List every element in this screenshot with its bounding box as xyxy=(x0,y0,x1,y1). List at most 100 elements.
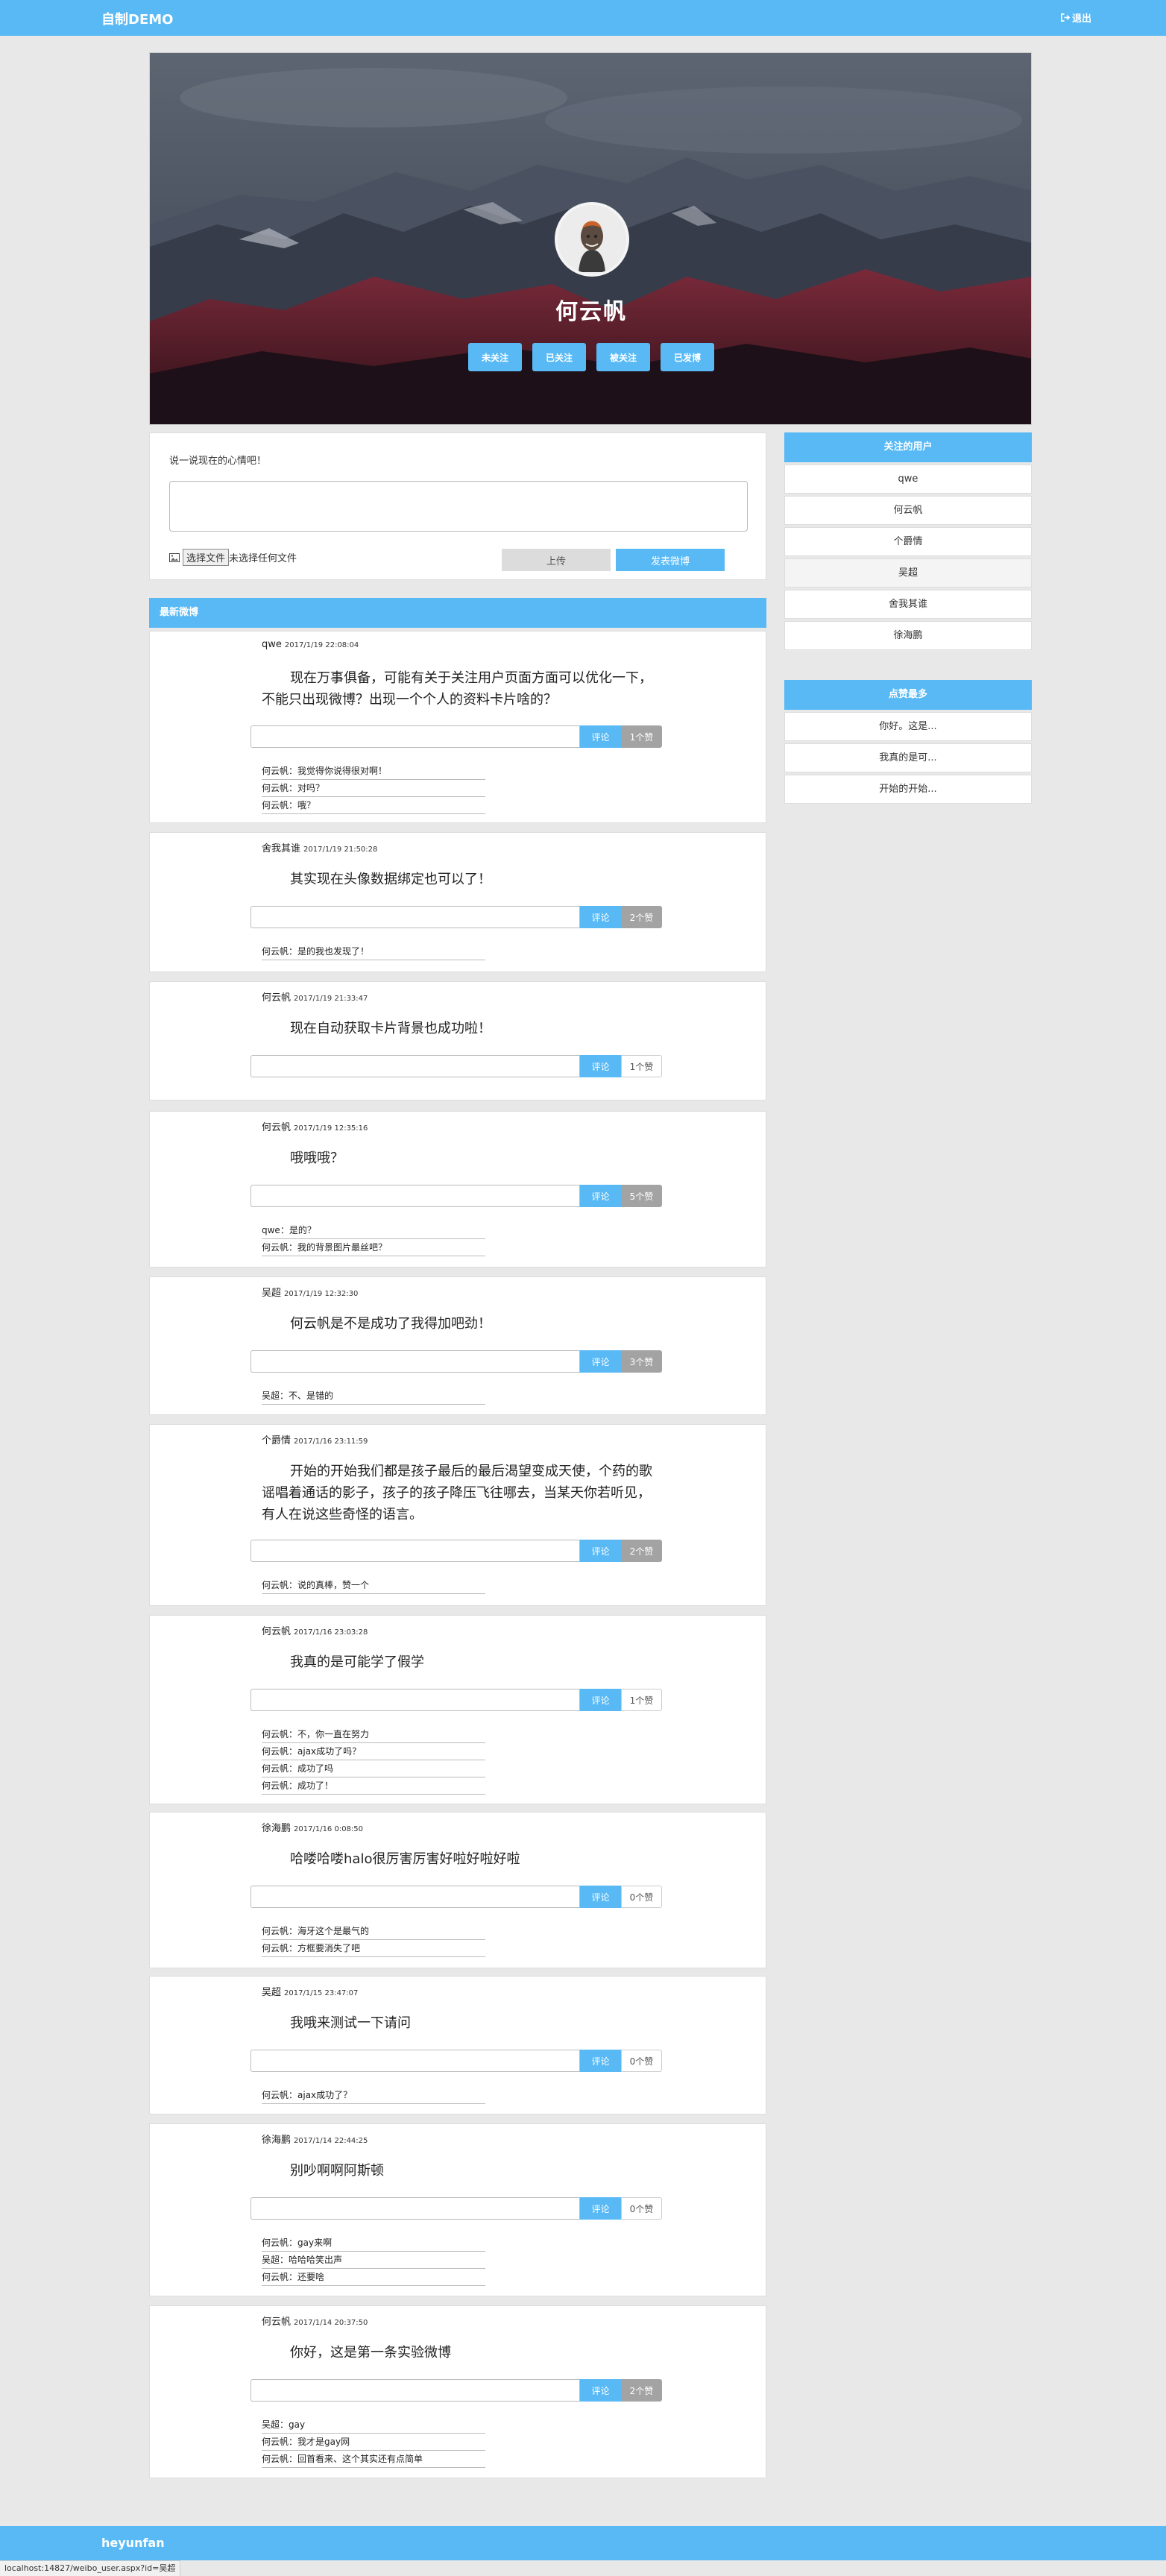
post-card: qwe 2017/1/19 22:08:04 现在万事俱备，可能有关于关注用户页面… xyxy=(149,631,766,823)
comment-item: 何云帆：海牙这个是最气的 xyxy=(262,1923,485,1940)
following-panel-title: 关注的用户 xyxy=(784,432,1032,462)
file-picker: 选择文件 未选择任何文件 xyxy=(169,549,297,566)
post-textarea[interactable] xyxy=(169,481,748,532)
post-author[interactable]: 吴超 xyxy=(262,1288,281,1299)
post-author[interactable]: 舍我其谁 xyxy=(262,843,300,854)
comment-item: 何云帆：还要啥 xyxy=(262,2269,485,2286)
comment-input[interactable] xyxy=(250,1055,580,1077)
like-button[interactable]: 1个赞 xyxy=(621,725,662,748)
following-user-item[interactable]: qwe xyxy=(784,465,1032,494)
comment-input[interactable] xyxy=(250,725,580,748)
comment-button[interactable]: 评论 xyxy=(580,1350,621,1373)
post-author[interactable]: 徐海鹏 xyxy=(262,2135,291,2146)
post-card: 何云帆 2017/1/19 21:33:47 现在自动获取卡片背景也成功啦！ 评论… xyxy=(149,981,766,1100)
post-content: 现在万事俱备，可能有关于关注用户页面方面可以优化一下，不能只出现微博？出现一个个… xyxy=(262,670,652,708)
publish-button[interactable]: 发表微博 xyxy=(616,549,725,571)
comment-button[interactable]: 评论 xyxy=(580,1540,621,1562)
avatar[interactable] xyxy=(555,202,629,277)
post-author[interactable]: 个爵情 xyxy=(262,1435,291,1446)
comment-item: 何云帆：回首看来、这个其实还有点简单 xyxy=(262,2451,485,2468)
post-card: 吴超 2017/1/15 23:47:07 我哦来测试一下请问 评论 0个赞 何云帆… xyxy=(149,1976,766,2114)
composer-hint: 说一说现在的心情吧！ xyxy=(169,456,267,467)
profile-banner: 何云帆 未关注 已关注 被关注 已发博 xyxy=(149,52,1032,425)
comment-button[interactable]: 评论 xyxy=(580,1185,621,1207)
comment-button[interactable]: 评论 xyxy=(580,1689,621,1711)
following-user-item[interactable]: 吴超 xyxy=(784,558,1032,588)
post-composer: 说一说现在的心情吧！ 选择文件 未选择任何文件 上传 发表微博 xyxy=(149,432,766,580)
comment-input[interactable] xyxy=(250,906,580,928)
comment-input[interactable] xyxy=(250,2379,580,2402)
like-button[interactable]: 2个赞 xyxy=(621,2379,662,2402)
post-card: 何云帆 2017/1/14 20:37:50 你好，这是第一条实验微博 评论 2个赞… xyxy=(149,2305,766,2478)
following-user-item[interactable]: 舍我其谁 xyxy=(784,590,1032,619)
like-button[interactable]: 1个赞 xyxy=(621,1689,662,1711)
like-button[interactable]: 1个赞 xyxy=(621,1055,662,1077)
post-time: 2017/1/19 12:32:30 xyxy=(284,1290,359,1298)
comment-button[interactable]: 评论 xyxy=(580,1055,621,1077)
brand-link[interactable]: 自制DEMO xyxy=(101,9,173,28)
post-content: 我哦来测试一下请问 xyxy=(290,2015,411,2031)
following-button[interactable]: 已关注 xyxy=(532,343,586,371)
comment-item: 吴超：不、是错的 xyxy=(262,1388,485,1405)
comment-input[interactable] xyxy=(250,1350,580,1373)
comment-item: 何云帆：ajax成功了？ xyxy=(262,2087,485,2104)
comment-button[interactable]: 评论 xyxy=(580,2379,621,2402)
post-author[interactable]: 何云帆 xyxy=(262,992,291,1004)
post-author[interactable]: 何云帆 xyxy=(262,2317,291,2328)
post-time: 2017/1/19 12:35:16 xyxy=(294,1124,368,1133)
image-icon xyxy=(169,552,180,562)
most-liked-item[interactable]: 我真的是可... xyxy=(784,743,1032,772)
following-user-item[interactable]: 个爵情 xyxy=(784,527,1032,556)
post-content: 别吵啊啊阿斯顿 xyxy=(290,2163,384,2179)
comment-input[interactable] xyxy=(250,1689,580,1711)
like-button[interactable]: 0个赞 xyxy=(621,2197,662,2220)
comment-input[interactable] xyxy=(250,2197,580,2220)
most-liked-item[interactable]: 开始的开始... xyxy=(784,775,1032,804)
post-content: 何云帆是不是成功了我得加吧劲！ xyxy=(290,1316,491,1332)
comment-input[interactable] xyxy=(250,2050,580,2072)
posted-button[interactable]: 已发博 xyxy=(661,343,714,371)
not-following-button[interactable]: 未关注 xyxy=(468,343,522,371)
post-time: 2017/1/16 23:11:59 xyxy=(294,1437,368,1446)
choose-file-button[interactable]: 选择文件 xyxy=(183,549,230,566)
comment-input[interactable] xyxy=(250,1886,580,1908)
comment-item: qwe：是的？ xyxy=(262,1222,485,1239)
post-author[interactable]: 徐海鹏 xyxy=(262,1823,291,1834)
comment-input[interactable] xyxy=(250,1185,580,1207)
comment-button[interactable]: 评论 xyxy=(580,2050,621,2072)
like-button[interactable]: 0个赞 xyxy=(621,1886,662,1908)
comment-item: 何云帆：我的背景图片最丝吧？ xyxy=(262,1239,485,1256)
following-user-item[interactable]: 徐海鹏 xyxy=(784,621,1032,650)
like-button[interactable]: 0个赞 xyxy=(621,2050,662,2072)
like-button[interactable]: 2个赞 xyxy=(621,906,662,928)
post-content: 我真的是可能学了假学 xyxy=(290,1654,424,1670)
post-time: 2017/1/19 21:33:47 xyxy=(294,995,368,1003)
comment-input[interactable] xyxy=(250,1540,580,1562)
feed-header: 最新微博 xyxy=(149,598,766,628)
most-liked-item[interactable]: 你好。这是... xyxy=(784,712,1032,741)
comment-button[interactable]: 评论 xyxy=(580,1886,621,1908)
footer: heyunfan xyxy=(0,2526,1166,2560)
logout-label: 退出 xyxy=(1072,13,1092,25)
post-author[interactable]: 吴超 xyxy=(262,1987,281,1998)
comment-item: 何云帆：ajax成功了吗？ xyxy=(262,1743,485,1760)
like-button[interactable]: 2个赞 xyxy=(621,1540,662,1562)
like-button[interactable]: 3个赞 xyxy=(621,1350,662,1373)
comment-item: 吴超：gay xyxy=(262,2416,485,2434)
post-author[interactable]: qwe xyxy=(262,639,282,650)
comment-button[interactable]: 评论 xyxy=(580,2197,621,2220)
post-author[interactable]: 何云帆 xyxy=(262,1626,291,1637)
post-author[interactable]: 何云帆 xyxy=(262,1122,291,1133)
followers-button[interactable]: 被关注 xyxy=(596,343,650,371)
upload-button[interactable]: 上传 xyxy=(502,549,611,571)
like-button[interactable]: 5个赞 xyxy=(621,1185,662,1207)
comment-item: 何云帆：我才是gay网 xyxy=(262,2434,485,2451)
following-user-item[interactable]: 何云帆 xyxy=(784,496,1032,525)
comment-item: 何云帆：方框要消失了吧 xyxy=(262,1940,485,1957)
comment-button[interactable]: 评论 xyxy=(580,906,621,928)
profile-stats-buttons: 未关注 已关注 被关注 已发博 xyxy=(150,343,1031,371)
logout-button[interactable]: 退出 xyxy=(1060,10,1091,25)
comment-item: 吴超：哈哈哈笑出声 xyxy=(262,2252,485,2269)
comment-button[interactable]: 评论 xyxy=(580,725,621,748)
comment-item: 何云帆：对吗？ xyxy=(262,780,485,797)
